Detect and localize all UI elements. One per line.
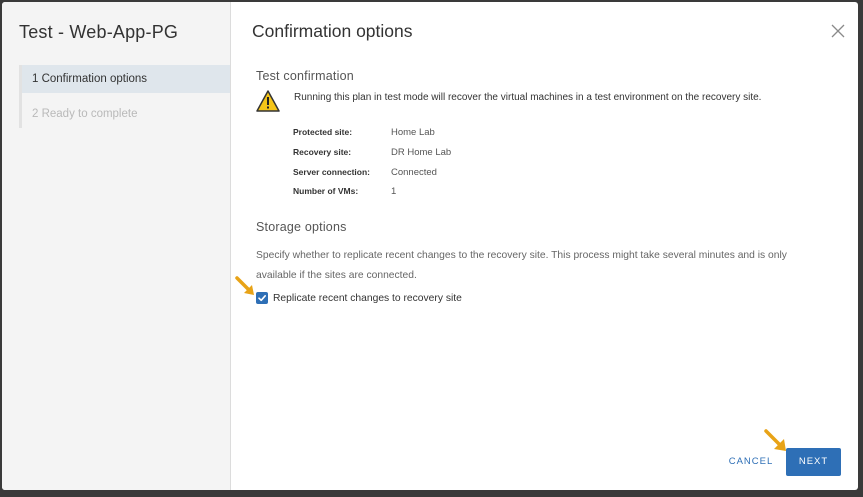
detail-value: Home Lab <box>391 127 435 138</box>
detail-key: Protected site: <box>293 127 353 137</box>
wizard-steps: 1 Confirmation options 2 Ready to comple… <box>19 65 230 128</box>
warning-text: Running this plan in test mode will reco… <box>294 92 762 103</box>
detail-number-of-vms: Number of VMs: 1 <box>293 186 396 197</box>
detail-key: Recovery site: <box>293 147 352 157</box>
replicate-checkbox-label[interactable]: Replicate recent changes to recovery sit… <box>273 293 462 304</box>
page-title: Confirmation options <box>252 21 413 41</box>
detail-server-connection: Server connection: Connected <box>293 167 437 178</box>
detail-value: DR Home Lab <box>391 147 452 158</box>
test-confirmation-heading: Test confirmation <box>256 69 354 83</box>
warning-icon <box>256 90 280 112</box>
detail-key: Number of VMs: <box>293 186 359 196</box>
wizard-sidebar: Test - Web-App-PG 1 Confirmation options… <box>2 2 231 490</box>
close-icon[interactable] <box>828 22 848 42</box>
detail-recovery-site: Recovery site: DR Home Lab <box>293 147 451 158</box>
cancel-button[interactable]: CANCEL <box>723 448 779 476</box>
next-button[interactable]: NEXT <box>786 448 841 476</box>
storage-options-description: Specify whether to replicate recent chan… <box>256 250 787 281</box>
wizard-dialog: Test - Web-App-PG 1 Confirmation options… <box>2 2 858 490</box>
annotation-arrow-icon <box>235 276 254 295</box>
detail-value: 1 <box>391 186 397 197</box>
step-ready-to-complete: 2 Ready to complete <box>32 108 138 120</box>
detail-protected-site: Protected site: Home Lab <box>293 127 435 138</box>
step-confirmation-options[interactable]: 1 Confirmation options <box>22 65 230 93</box>
replicate-checkbox-row[interactable]: Replicate recent changes to recovery sit… <box>256 292 462 304</box>
detail-value: Connected <box>391 167 437 178</box>
replicate-checkbox[interactable] <box>256 292 268 304</box>
detail-key: Server connection: <box>293 167 370 177</box>
wizard-title: Test - Web-App-PG <box>19 22 179 42</box>
storage-options-heading: Storage options <box>256 220 347 234</box>
wizard-main: Confirmation options Test confirmation R… <box>231 2 858 490</box>
